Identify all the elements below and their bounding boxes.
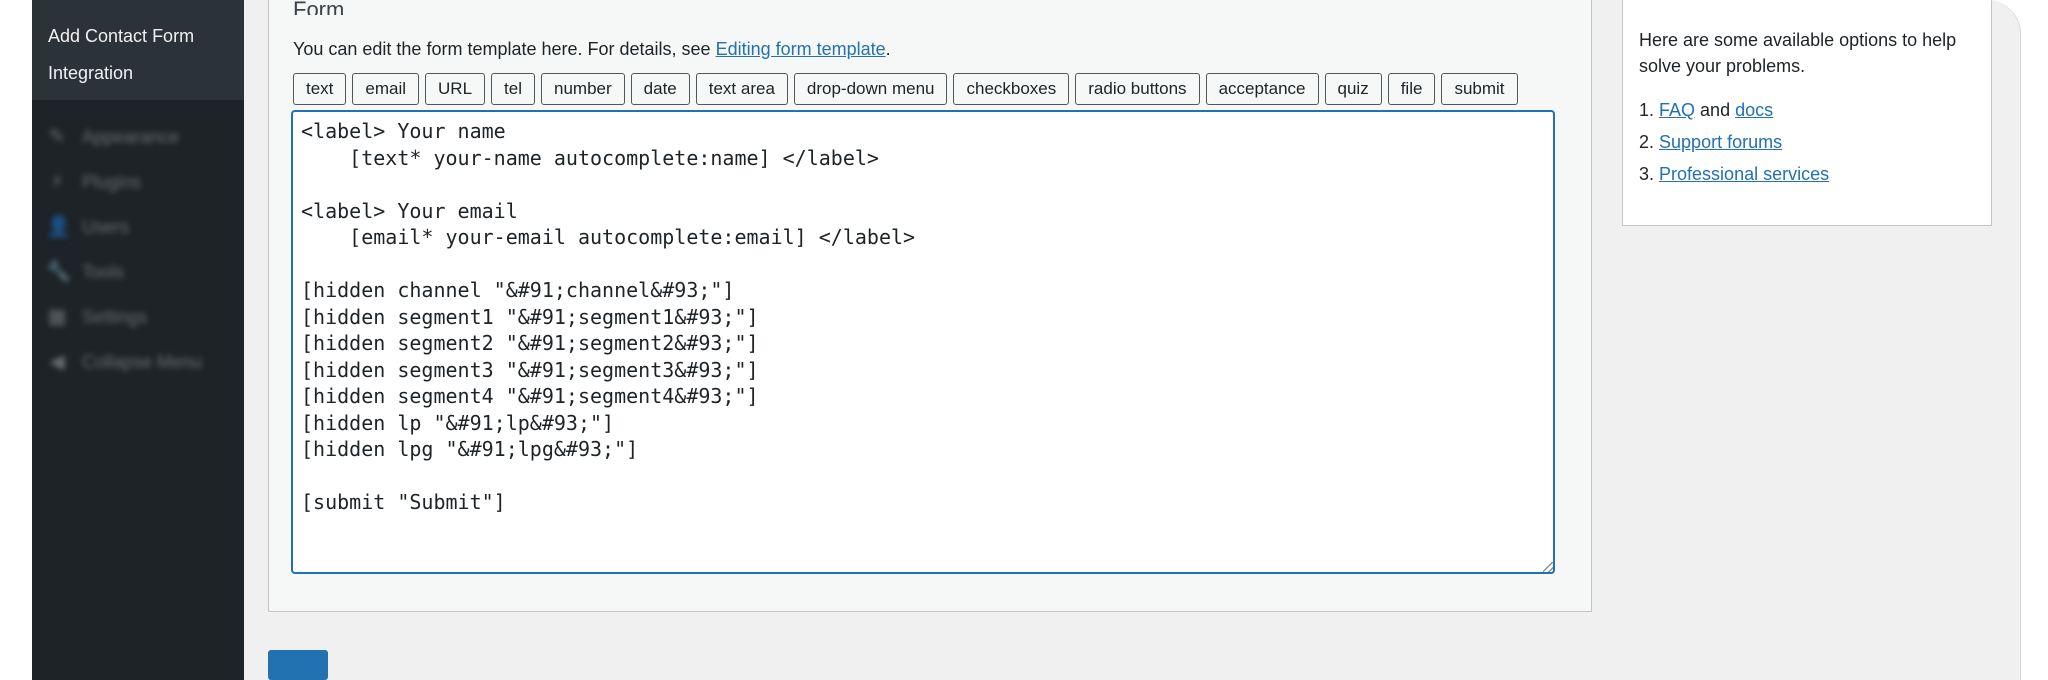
tag-button-file[interactable]: file (1387, 73, 1436, 105)
users-icon: 👤 (46, 216, 71, 238)
sidebar-item-label: Users (82, 216, 130, 237)
tag-button-text[interactable]: text (293, 73, 347, 105)
tag-button-number[interactable]: number (541, 73, 625, 105)
tag-button-submit[interactable]: submit (1441, 73, 1518, 105)
editing-form-template-link[interactable]: Editing form template (716, 39, 886, 59)
professional-services-link[interactable]: Professional services (1659, 164, 1829, 184)
tag-button-email[interactable]: email (352, 73, 420, 105)
collapse-icon: ◀ (49, 351, 65, 373)
list-item: 2. Support forums (1639, 126, 1829, 158)
sidebar-item-label: Appearance (82, 126, 180, 147)
help-box: Here are some available options to help … (1622, 0, 1992, 226)
form-panel: Form You can edit the form template here… (268, 0, 1592, 612)
form-template-editor[interactable]: <label> Your name [text* your-name autoc… (291, 110, 1555, 574)
settings-icon: ▦ (47, 306, 67, 328)
sidebar-item-settings[interactable]: ▦ Settings (42, 302, 232, 332)
tag-button-radio-buttons[interactable]: radio buttons (1075, 73, 1200, 105)
list-text: and (1695, 100, 1736, 120)
sidebar-item-collapse-menu[interactable]: ◀ Collapse Menu (42, 347, 232, 377)
save-button[interactable] (268, 650, 328, 680)
list-item: 3. Professional services (1639, 158, 1829, 190)
paintbrush-icon: ✎ (48, 126, 66, 148)
list-item: 1. FAQ and docs (1639, 94, 1829, 126)
main-content: Form You can edit the form template here… (244, 0, 2020, 680)
sidebar-item-tools[interactable]: 🔧 Tools (42, 257, 232, 287)
submenu-integration[interactable]: Integration (48, 61, 133, 85)
sidebar-item-users[interactable]: 👤 Users (42, 212, 232, 242)
support-forums-link[interactable]: Support forums (1659, 132, 1782, 152)
admin-sidebar: Add Contact Form Integration ✎ Appearanc… (32, 0, 244, 680)
tag-button-checkboxes[interactable]: checkboxes (953, 73, 1070, 105)
tag-button-text-area[interactable]: text area (695, 73, 788, 105)
submenu-add-contact-form[interactable]: Add Contact Form (48, 24, 194, 48)
help-box-intro: Here are some available options to help … (1639, 30, 1957, 76)
faq-link[interactable]: FAQ (1659, 100, 1695, 120)
tag-button-url[interactable]: URL (425, 73, 486, 105)
tag-button-drop-down-menu[interactable]: drop-down menu (793, 73, 948, 105)
sidebar-item-label: Collapse Menu (82, 351, 203, 372)
admin-window: Add Contact Form Integration ✎ Appearanc… (32, 0, 2021, 680)
sidebar-item-label: Settings (82, 306, 148, 327)
plugin-icon: ⚡ (49, 171, 65, 193)
help-text-suffix: . (885, 39, 891, 59)
sidebar-item-label: Tools (82, 261, 125, 282)
docs-link[interactable]: docs (1735, 100, 1773, 120)
list-number: 3. (1639, 164, 1655, 184)
list-number: 1. (1639, 100, 1655, 120)
help-text-prefix: You can edit the form template here. For… (293, 39, 716, 59)
list-number: 2. (1639, 132, 1655, 152)
wrench-icon: 🔧 (46, 261, 71, 283)
tag-button-quiz[interactable]: quiz (1324, 73, 1382, 105)
sidebar-item-appearance[interactable]: ✎ Appearance (42, 122, 232, 152)
tag-generator-buttons: text email URL tel number date text area… (293, 73, 1518, 105)
tag-button-acceptance[interactable]: acceptance (1205, 73, 1319, 105)
sidebar-item-plugins[interactable]: ⚡ Plugins (42, 167, 232, 197)
resize-handle-icon[interactable] (1543, 562, 1553, 572)
tag-button-date[interactable]: date (630, 73, 690, 105)
tag-button-tel[interactable]: tel (491, 73, 536, 105)
form-panel-legend: Form (293, 0, 345, 15)
form-help-text: You can edit the form template here. For… (293, 39, 891, 60)
sidebar-submenu: Add Contact Form Integration (32, 0, 244, 100)
sidebar-item-label: Plugins (82, 171, 142, 192)
help-options-list: 1. FAQ and docs 2. Support forums 3. Pro… (1639, 94, 1829, 190)
